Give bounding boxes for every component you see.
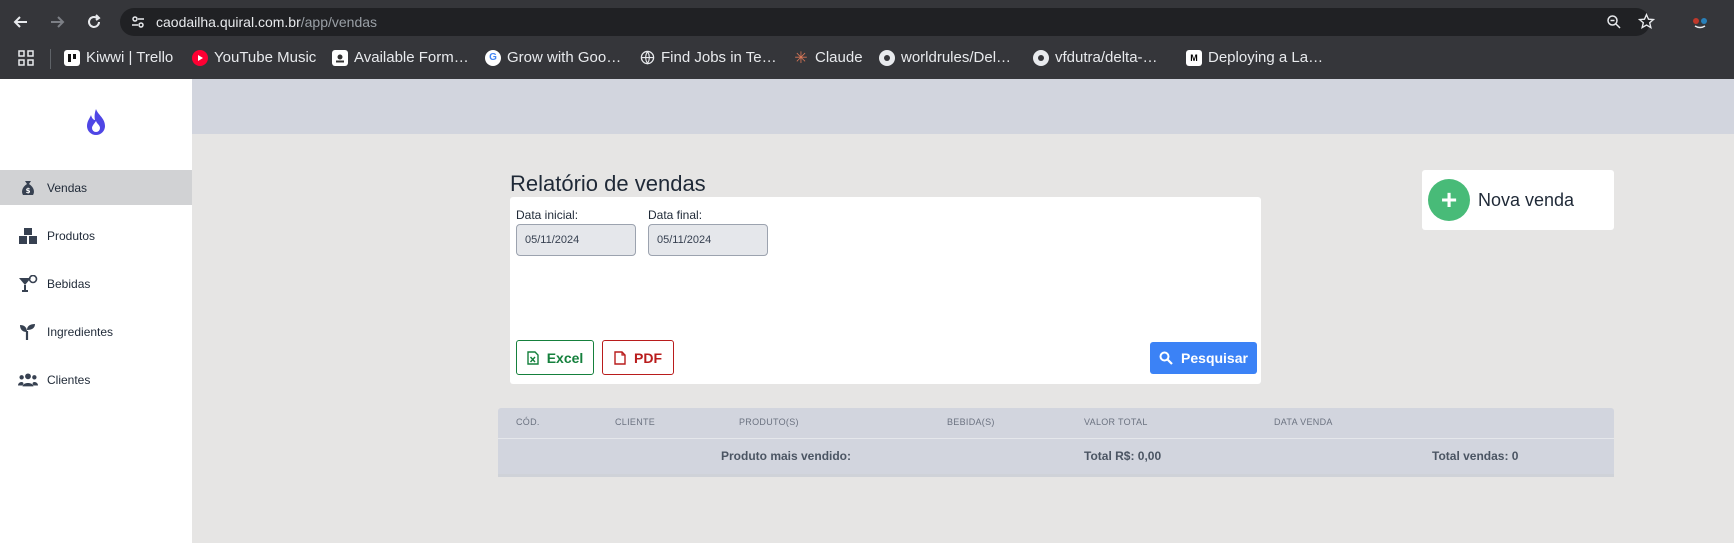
site-settings-icon[interactable] [130, 14, 146, 35]
sidebar: $ Vendas Produtos Bebidas Ingredientes C… [0, 79, 192, 543]
bookmark-grow-with-google[interactable]: G Grow with Goo… [485, 49, 621, 66]
search-label: Pesquisar [1181, 350, 1248, 366]
url-text[interactable]: caodailha.quiral.com.br/app/vendas [156, 14, 377, 30]
bookmark-claude[interactable]: ✳ Claude [793, 49, 863, 67]
search-icon [1159, 351, 1173, 365]
bookmark-trello[interactable]: Kiwwi | Trello [64, 49, 173, 66]
bookmark-label: Find Jobs in Te… [661, 49, 777, 66]
google-icon: G [485, 49, 501, 66]
bookmark-available-forms[interactable]: Available Form… [332, 49, 469, 66]
bookmark-vfdutra[interactable]: vfdutra/delta-… [1033, 49, 1158, 66]
column-header: DATA VENDA [1274, 417, 1333, 427]
bookmarks-bar: Kiwwi | Trello YouTube Music Available F… [0, 46, 1734, 72]
address-bar[interactable]: caodailha.quiral.com.br/app/vendas [120, 8, 1656, 36]
cocktail-icon [18, 274, 38, 294]
bookmark-label: Deploying a La… [1208, 49, 1324, 66]
sidebar-item-bebidas[interactable]: Bebidas [0, 266, 192, 301]
globe-icon [639, 50, 655, 66]
filter-card: Data inicial: 05/11/2024 Data final: 05/… [510, 197, 1261, 384]
github-icon [1033, 49, 1049, 66]
app-topbar [192, 79, 1734, 134]
sidebar-item-clientes[interactable]: Clientes [0, 362, 192, 397]
start-date-input[interactable]: 05/11/2024 [516, 224, 636, 256]
export-excel-button[interactable]: Excel [516, 340, 594, 375]
boxes-icon [18, 226, 38, 246]
total-sales-summary: Total vendas: 0 [1432, 449, 1519, 463]
column-header: PRODUTO(S) [739, 417, 799, 427]
start-date-label: Data inicial: [516, 208, 579, 222]
sidebar-item-label: Ingredientes [47, 324, 114, 339]
table-header-divider [498, 438, 1614, 439]
bookmark-worldrules[interactable]: worldrules/Del… [879, 49, 1011, 66]
forward-icon[interactable] [45, 10, 69, 34]
export-pdf-button[interactable]: PDF [602, 340, 674, 375]
sidebar-item-label: Vendas [47, 180, 88, 195]
back-icon[interactable] [9, 10, 33, 34]
bookmark-find-jobs[interactable]: Find Jobs in Te… [639, 49, 777, 66]
export-excel-label: Excel [546, 349, 584, 366]
new-sale-label: Nova venda [1478, 189, 1575, 210]
bookmark-label: vfdutra/delta-… [1055, 49, 1158, 66]
medium-icon: M [1186, 49, 1202, 66]
form-icon [332, 49, 348, 66]
seedling-icon [18, 322, 38, 342]
bookmark-label: worldrules/Del… [901, 49, 1012, 66]
url-path: /app/vendas [300, 14, 378, 30]
bookmark-label: YouTube Music [214, 49, 317, 66]
sidebar-item-ingredientes[interactable]: Ingredientes [0, 314, 192, 349]
end-date-label: Data final: [648, 208, 703, 222]
page-title: Relatório de vendas [510, 171, 706, 196]
column-header: BEBIDA(S) [947, 417, 995, 427]
table-bottom-border [498, 474, 1614, 477]
bookmark-youtube-music[interactable]: YouTube Music [192, 49, 316, 66]
reload-icon[interactable] [82, 10, 106, 34]
search-button[interactable]: Pesquisar [1150, 342, 1257, 374]
export-pdf-label: PDF [634, 349, 662, 366]
url-host: caodailha.quiral.com.br [156, 14, 301, 30]
bookmark-label: Grow with Goo… [507, 49, 622, 66]
sales-table: CÓD. CLIENTE PRODUTO(S) BEBIDA(S) VALOR … [498, 408, 1614, 477]
bookmark-label: Available Form… [354, 49, 469, 66]
end-date-input[interactable]: 05/11/2024 [648, 224, 768, 256]
file-excel-icon [527, 350, 539, 365]
money-bag-icon: $ [18, 178, 38, 198]
bookmark-label: Claude [815, 49, 863, 66]
plus-icon: + [1428, 179, 1470, 221]
sidebar-item-produtos[interactable]: Produtos [0, 218, 192, 253]
github-icon [879, 49, 895, 66]
flame-logo-icon[interactable] [81, 107, 111, 137]
browser-chrome: caodailha.quiral.com.br/app/vendas Kiwwi… [0, 0, 1734, 79]
column-header: VALOR TOTAL [1084, 417, 1148, 427]
sidebar-item-label: Produtos [47, 228, 96, 243]
column-header: CLIENTE [615, 417, 656, 427]
svg-text:$: $ [26, 187, 31, 195]
users-icon [18, 370, 38, 390]
file-pdf-icon [614, 350, 626, 365]
trello-icon [64, 49, 80, 66]
sidebar-item-label: Clientes [47, 372, 91, 387]
bookmark-label: Kiwwi | Trello [86, 49, 174, 66]
sidebar-item-label: Bebidas [47, 276, 91, 291]
column-header: CÓD. [516, 417, 540, 427]
profile-avatar-icon[interactable] [1690, 12, 1710, 37]
bookmark-star-icon[interactable] [1637, 12, 1656, 35]
total-value-summary: Total R$: 0,00 [1084, 449, 1162, 463]
apps-grid-icon[interactable] [18, 50, 34, 71]
bookmark-deploying[interactable]: M Deploying a La… [1186, 49, 1323, 66]
best-seller-summary: Produto mais vendido: [721, 449, 852, 463]
sidebar-item-vendas[interactable]: $ Vendas [0, 170, 192, 205]
new-sale-button[interactable]: + Nova venda [1422, 170, 1614, 230]
bookmarks-separator [50, 49, 51, 69]
zoom-icon[interactable] [1606, 14, 1622, 35]
claude-icon: ✳ [794, 49, 808, 67]
youtube-music-icon [192, 49, 208, 66]
